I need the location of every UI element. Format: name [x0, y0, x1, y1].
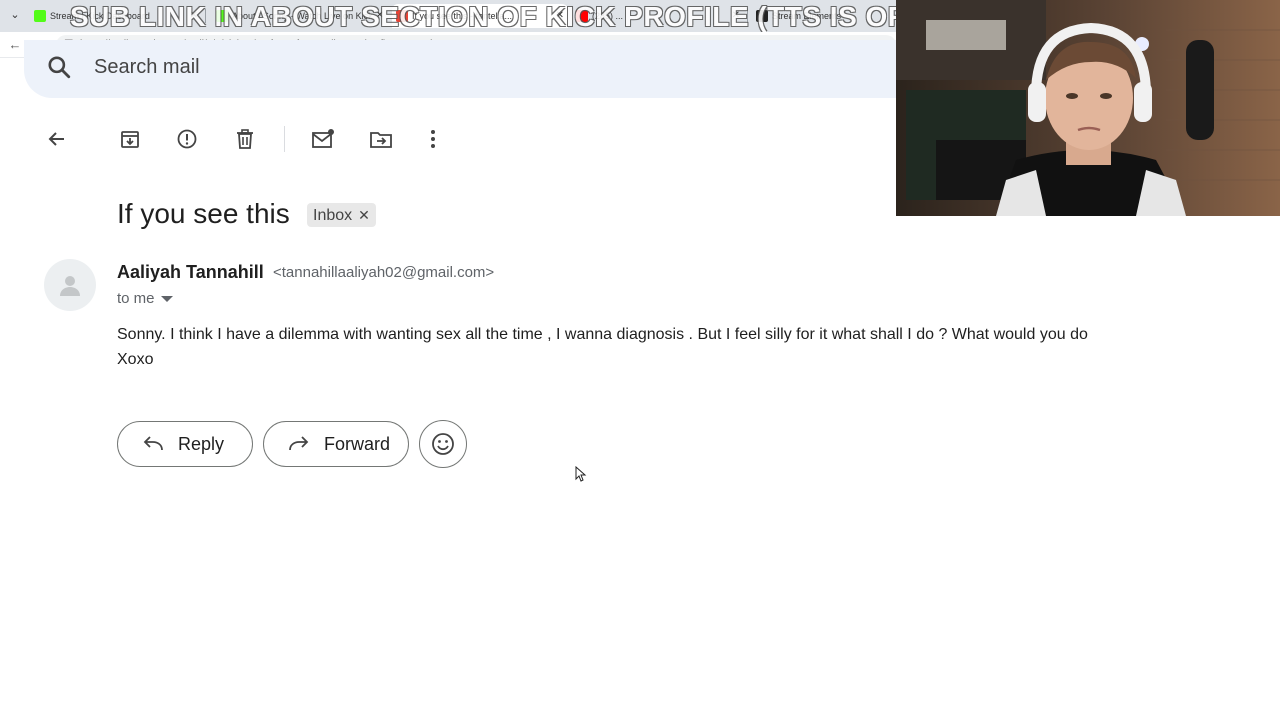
- dropdown-caret-icon[interactable]: [160, 296, 173, 303]
- delete-icon[interactable]: [230, 124, 260, 154]
- inbox-label-chip: Inbox ✕: [307, 203, 376, 227]
- search-icon[interactable]: [46, 54, 72, 80]
- sender-email: <tannahillaaliyah02@gmail.com>: [273, 264, 495, 281]
- reply-icon: [143, 436, 163, 451]
- recipient-text: to me: [117, 290, 155, 307]
- search-input[interactable]: [94, 54, 694, 80]
- reply-label: Reply: [178, 433, 225, 454]
- label-text: Inbox: [313, 207, 353, 224]
- kick-favicon-icon: [34, 10, 46, 22]
- sender-name[interactable]: Aaliyah Tannahill: [117, 262, 264, 283]
- forward-label: Forward: [324, 433, 391, 454]
- move-to-icon[interactable]: [366, 124, 396, 154]
- recipient-details-toggle[interactable]: to me: [117, 290, 173, 307]
- stream-overlay-banner: SUB LINK IN ABOUT SECTION OF KICK PROFIL…: [70, 1, 933, 32]
- email-body-line: Sonny. I think I have a dilemma with wan…: [117, 326, 1088, 343]
- person-icon: [60, 276, 80, 296]
- streamer-webcam-image: [896, 0, 1280, 216]
- more-icon[interactable]: [418, 124, 448, 154]
- mouse-cursor-icon: [575, 466, 587, 482]
- report-spam-icon[interactable]: [172, 124, 202, 154]
- email-body-line: Xoxo: [117, 351, 154, 368]
- archive-icon[interactable]: [115, 124, 145, 154]
- search-bar: [24, 40, 924, 98]
- reply-button[interactable]: Reply: [117, 421, 253, 467]
- emoji-reaction-button[interactable]: [419, 420, 467, 468]
- forward-icon: [289, 436, 309, 451]
- screen: ⌄ Stream | Kick Dashboard ✕ About | Sonn…: [0, 0, 1280, 720]
- mark-unread-icon[interactable]: [308, 124, 338, 154]
- remove-label-icon[interactable]: ✕: [358, 207, 370, 223]
- tab-search-chevron-icon[interactable]: ⌄: [6, 6, 24, 24]
- webcam-overlay: [896, 0, 1280, 216]
- email-subject: If you see this: [117, 198, 290, 229]
- forward-button[interactable]: Forward: [263, 421, 409, 467]
- toolbar-divider: [284, 126, 285, 152]
- back-nav-icon[interactable]: ←: [6, 36, 24, 54]
- avatar: [44, 259, 96, 311]
- back-icon[interactable]: [42, 124, 72, 154]
- smiley-icon: [432, 433, 454, 455]
